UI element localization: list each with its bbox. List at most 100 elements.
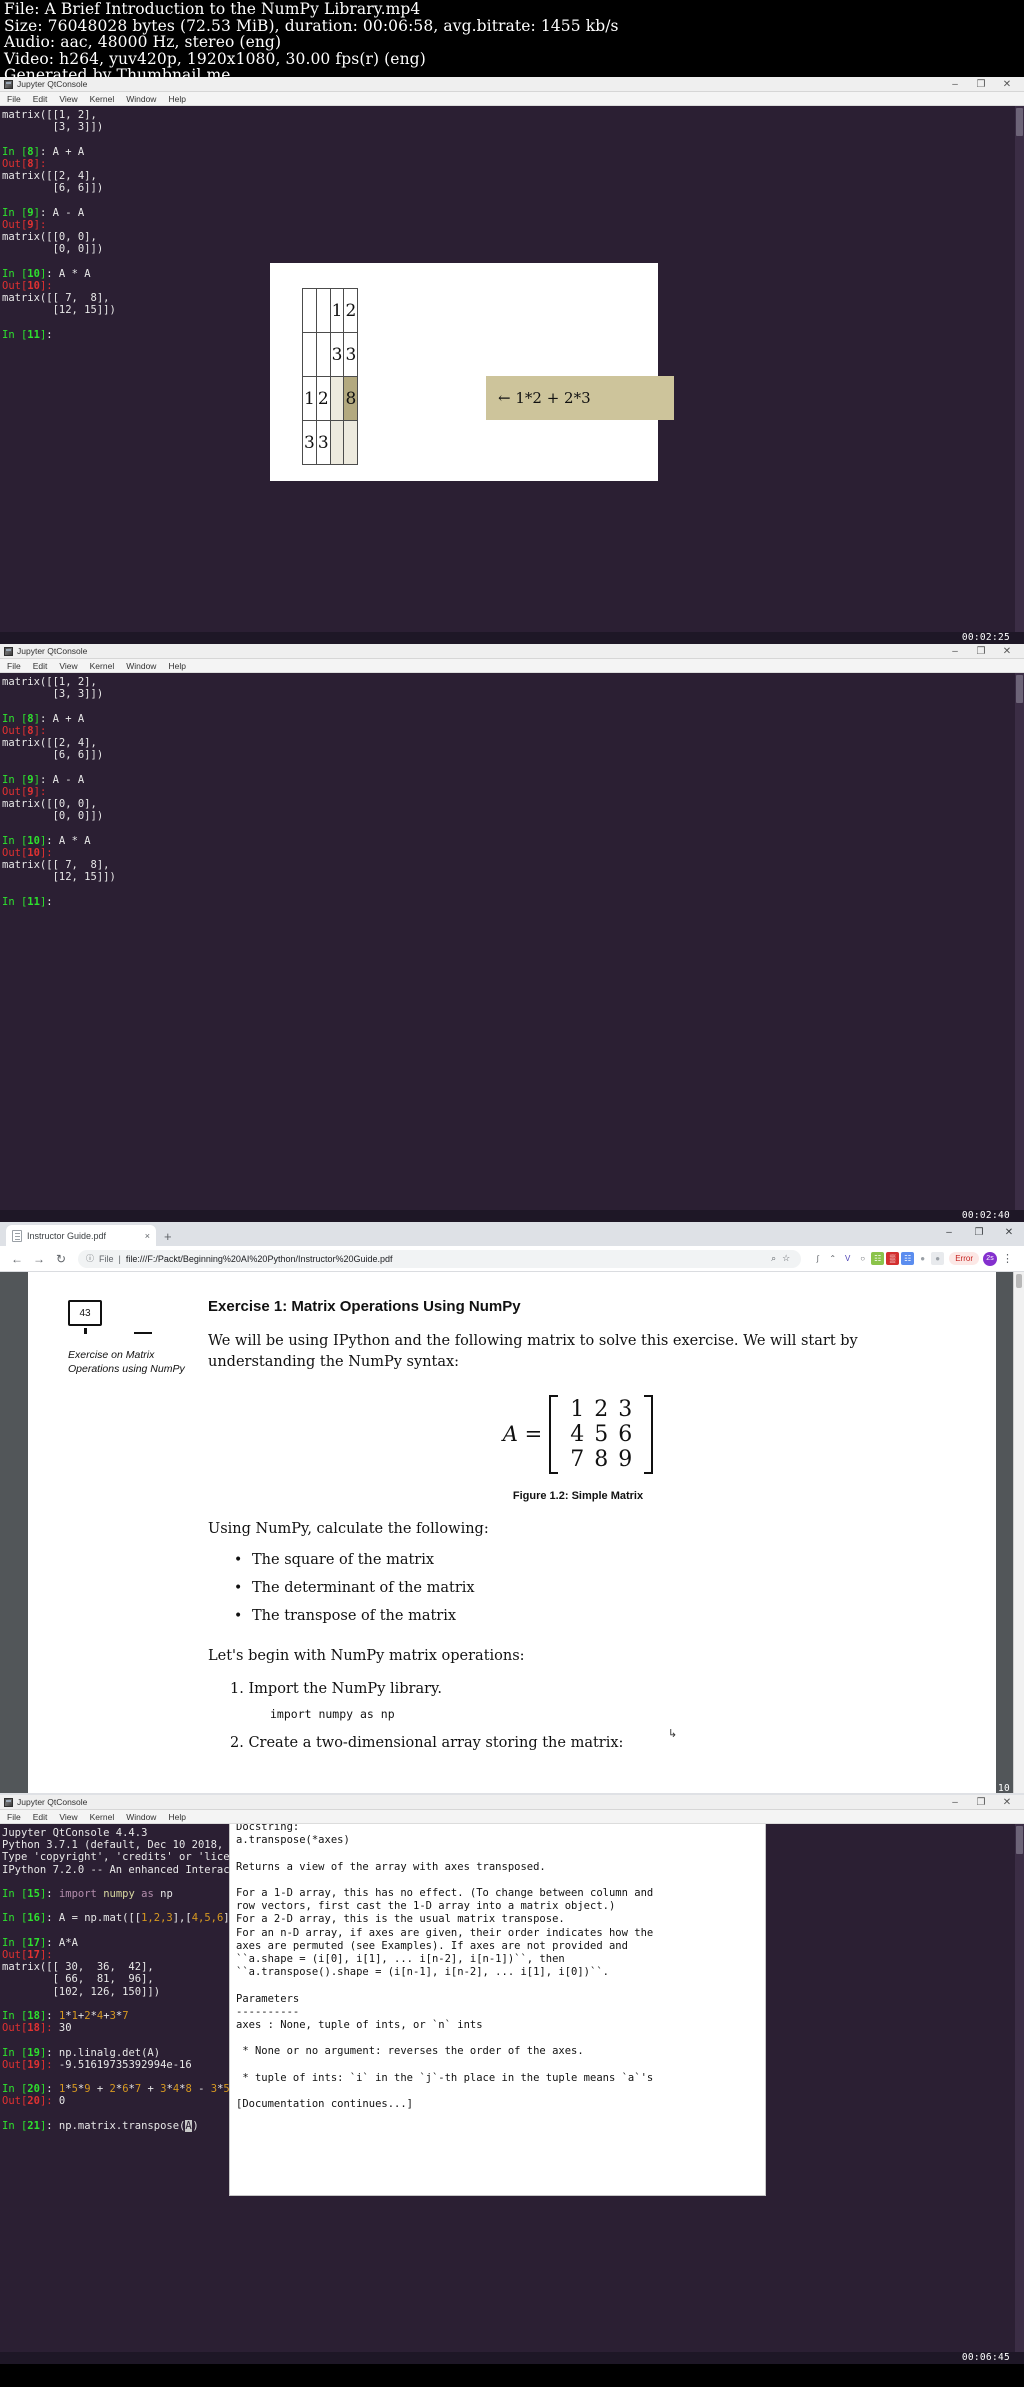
matrix-figure-row: 33 — [302, 420, 359, 465]
scrollbar[interactable] — [1015, 1824, 1024, 2364]
forward-button[interactable]: → — [28, 1252, 50, 1266]
reload-button[interactable]: ↻ — [50, 1252, 72, 1266]
matrix-figure-cell: 1 — [329, 288, 345, 333]
page-info-icon[interactable]: ⓘ — [86, 1253, 94, 1264]
gray-extension[interactable]: ● — [931, 1252, 945, 1265]
console-input-line: In [9]: A - A — [2, 773, 85, 786]
pdf-matrix-cell: 7 — [570, 1447, 585, 1472]
qtconsole-window-3: Jupyter QtConsole – ❐ ✕ File Edit View K… — [0, 1795, 1024, 2364]
dot-extension[interactable]: ● — [916, 1252, 930, 1265]
console-output-line: matrix([[2, 4], — [2, 737, 97, 749]
tab-close-icon[interactable]: × — [139, 1231, 150, 1241]
menu-kernel[interactable]: Kernel — [90, 1812, 115, 1822]
menubar: File Edit View Kernel Window Help — [0, 659, 1024, 673]
menu-kernel[interactable]: Kernel — [90, 94, 115, 104]
minimize-button[interactable]: – — [942, 644, 968, 659]
grammarly-extension[interactable]: ⌃ — [826, 1252, 840, 1265]
menu-file[interactable]: File — [7, 94, 21, 104]
console-output-2[interactable]: matrix([[1, 2], [3, 3]]) In [8]: A + A Out… — [0, 673, 1024, 1222]
exercise-heading: Exercise 1: Matrix Operations Using NumP… — [208, 1298, 521, 1315]
minimize-button[interactable]: – — [942, 77, 968, 92]
close-button[interactable]: ✕ — [994, 1795, 1020, 1810]
pdf-matrix-cell: 4 — [570, 1422, 585, 1447]
menu-edit[interactable]: Edit — [33, 661, 48, 671]
pdf-file-icon — [12, 1229, 22, 1242]
maximize-button[interactable]: ❐ — [968, 77, 994, 92]
console-input-line: In [10]: A * A — [2, 834, 91, 847]
pdf-matrix-cell: 5 — [594, 1422, 609, 1447]
tab-instructor-guide[interactable]: Instructor Guide.pdf × — [6, 1225, 156, 1246]
console-output-line: matrix([[0, 0], — [2, 231, 97, 243]
pdf-scrollbar-thumb[interactable] — [1016, 1274, 1022, 1288]
pdf-matrix-cell: 2 — [594, 1397, 609, 1422]
close-button[interactable]: ✕ — [994, 644, 1020, 659]
menu-help[interactable]: Help — [168, 94, 185, 104]
menu-file[interactable]: File — [7, 661, 21, 671]
begin-text: Let's begin with NumPy matrix operations… — [208, 1648, 525, 1664]
scrollbar[interactable] — [1015, 673, 1024, 1222]
console-output-3[interactable]: Jupyter QtConsole 4.4.3 Python 3.7.1 (def… — [0, 1824, 1024, 2364]
scrollbar[interactable] — [1015, 106, 1024, 644]
avatar[interactable]: 2s — [983, 1251, 997, 1266]
matrix-figure-cell: 8 — [343, 376, 359, 421]
menu-view[interactable]: View — [59, 661, 77, 671]
menu-help[interactable]: Help — [168, 1812, 185, 1822]
address-bar[interactable]: ⓘ File | file:///F:/Packt/Beginning%20AI… — [78, 1249, 802, 1268]
titlebar: Jupyter QtConsole – ❐ ✕ — [0, 644, 1024, 659]
console-output-line: [6, 6]]) — [2, 182, 104, 195]
chrome-menu-icon[interactable]: ⋮ — [997, 1252, 1018, 1265]
close-button[interactable]: ✕ — [994, 77, 1020, 92]
bookmark-star-icon[interactable]: ☆ — [779, 1253, 793, 1264]
blue-extension[interactable]: ☷ — [901, 1252, 915, 1265]
new-tab-button[interactable]: + — [156, 1229, 180, 1246]
maximize-button[interactable]: ❐ — [964, 1222, 994, 1244]
menu-edit[interactable]: Edit — [33, 1812, 48, 1822]
tab-title: Instructor Guide.pdf — [27, 1230, 107, 1241]
pdf-matrix-cell: 6 — [618, 1422, 633, 1447]
menu-view[interactable]: View — [59, 94, 77, 104]
scrollbar-thumb[interactable] — [1016, 1826, 1023, 1854]
step-2: 2. Create a two-dimensional array storin… — [230, 1735, 624, 1751]
menu-edit[interactable]: Edit — [33, 94, 48, 104]
scrollbar-thumb[interactable] — [1016, 675, 1023, 703]
console-output-label: Out[9]: — [2, 785, 47, 798]
close-button[interactable]: ✕ — [994, 1222, 1024, 1244]
zoom-icon[interactable]: ⌕ — [768, 1253, 779, 1264]
menu-kernel[interactable]: Kernel — [90, 661, 115, 671]
minimize-button[interactable]: – — [942, 1795, 968, 1810]
console-output-line: matrix([[2, 4], — [2, 170, 97, 182]
menu-window[interactable]: Window — [126, 661, 156, 671]
left-bracket — [549, 1395, 559, 1474]
pocket-extension[interactable]: ∫ — [811, 1252, 825, 1265]
pdf-matrix-cell: 3 — [618, 1397, 633, 1422]
cart-extension[interactable]: ☷ — [871, 1252, 885, 1265]
menu-window[interactable]: Window — [126, 1812, 156, 1822]
mouse-cursor: ↳ — [668, 1728, 678, 1740]
statusbar — [0, 1210, 1024, 1222]
error-badge[interactable]: Error — [949, 1252, 979, 1265]
pdf-viewport[interactable]: 43 Exercise on Matrix Operations using N… — [0, 1272, 1024, 1793]
menu-file[interactable]: File — [7, 1812, 21, 1822]
matrix-figure-cell: 1 — [302, 376, 317, 421]
url-text: file:///F:/Packt/Beginning%20AI%20Python… — [125, 1253, 393, 1264]
maximize-button[interactable]: ❐ — [968, 1795, 994, 1810]
matrix-figure-cell: 3 — [315, 420, 331, 465]
scrollbar-thumb[interactable] — [1016, 108, 1023, 136]
figure-caption: Figure 1.2: Simple Matrix — [512, 1490, 644, 1502]
minimize-button[interactable]: – — [934, 1222, 964, 1244]
matrix-figure-cell: 2 — [343, 288, 359, 333]
menu-help[interactable]: Help — [168, 661, 185, 671]
grid-extension[interactable]: ▒ — [886, 1252, 900, 1265]
honey-extension[interactable]: V — [841, 1252, 855, 1265]
console-input-line: In [8]: A + A — [2, 712, 85, 725]
menu-view[interactable]: View — [59, 1812, 77, 1822]
circle-extension[interactable]: ○ — [856, 1252, 870, 1265]
back-button[interactable]: ← — [6, 1252, 28, 1266]
extension-strip: ∫ ⌃ V ○ ☷ ▒ ☷ ● ● — [807, 1252, 945, 1265]
pdf-scrollbar[interactable] — [1013, 1272, 1024, 1793]
console-output-line: [0, 0]]) — [2, 243, 104, 256]
calculation-bullet-list: The square of the matrixThe determinant … — [230, 1546, 948, 1630]
menu-window[interactable]: Window — [126, 94, 156, 104]
maximize-button[interactable]: ❐ — [968, 644, 994, 659]
